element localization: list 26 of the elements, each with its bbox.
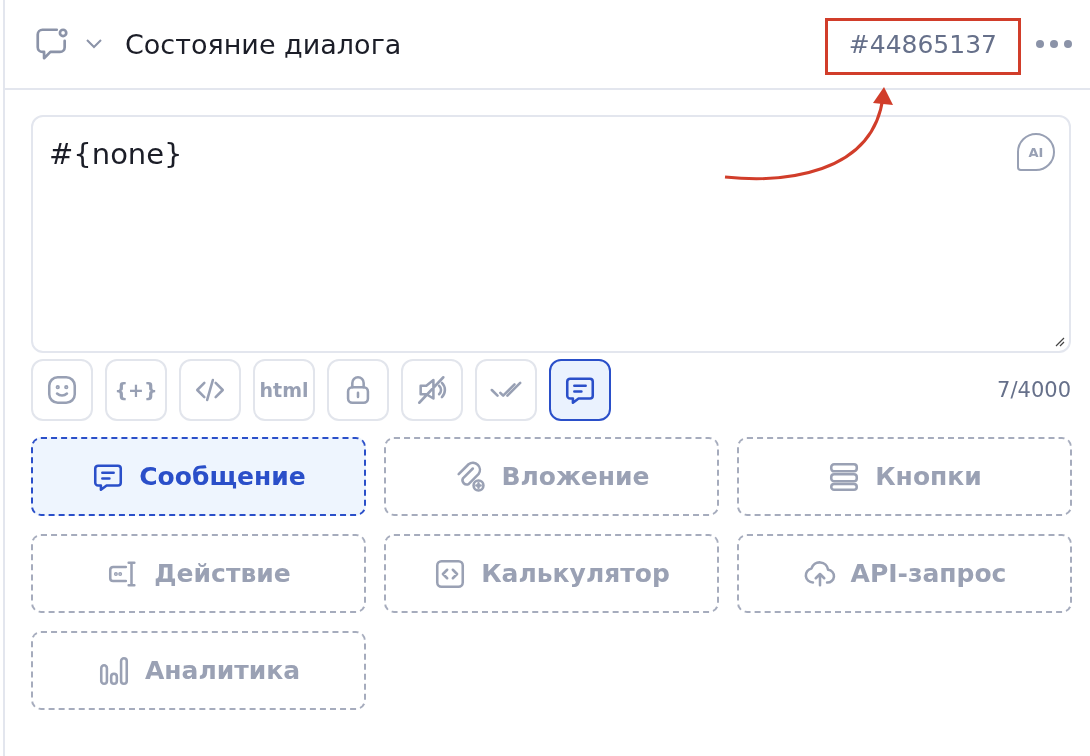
emoji-tool-button[interactable]: [31, 359, 93, 421]
character-counter: 7/4000: [997, 378, 1071, 402]
lock-tool-button[interactable]: [327, 359, 389, 421]
block-type-button[interactable]: Действие: [31, 534, 366, 613]
block-type-button[interactable]: Кнопки: [737, 437, 1072, 516]
variable-tool-button[interactable]: {+}: [105, 359, 167, 421]
block-type-button[interactable]: Вложение: [384, 437, 719, 516]
message-tool-button[interactable]: [549, 359, 611, 421]
section-title: Состояние диалога: [125, 28, 403, 60]
message-field[interactable]: #{none} AI: [31, 115, 1071, 353]
block-type-button[interactable]: Калькулятор: [384, 534, 719, 613]
code-tool-button[interactable]: [179, 359, 241, 421]
resize-handle-icon[interactable]: [1053, 335, 1065, 347]
chat-icon: [33, 25, 71, 63]
chevron-down-icon[interactable]: [85, 38, 103, 50]
ai-button[interactable]: AI: [1017, 133, 1055, 171]
block-type-button[interactable]: API-запрос: [737, 534, 1072, 613]
dialog-id: #44865137: [848, 29, 997, 59]
smiley-icon: [45, 373, 79, 407]
muted-speaker-icon: [415, 373, 449, 407]
mute-tool-button[interactable]: [401, 359, 463, 421]
more-icon[interactable]: [1035, 39, 1073, 49]
read-tool-button[interactable]: [475, 359, 537, 421]
html-tool-button[interactable]: html: [253, 359, 315, 421]
block-type-button[interactable]: Аналитика: [31, 631, 366, 710]
block-type-button[interactable]: Сообщение: [31, 437, 366, 516]
